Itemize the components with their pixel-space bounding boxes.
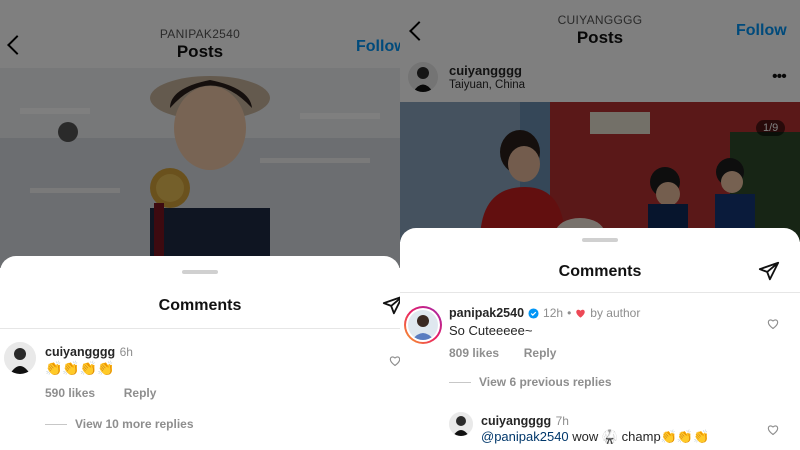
share-send-icon[interactable] <box>382 294 400 316</box>
event-photo-image <box>400 102 800 242</box>
comment-text: 👏👏👏👏 <box>45 360 115 376</box>
comment-header: cuiyangggg 6h <box>45 343 133 361</box>
view-previous-replies[interactable]: View 6 previous replies <box>449 375 612 389</box>
reply-text: wow 🥋 champ👏👏👏 <box>568 429 710 444</box>
sheet-divider <box>0 328 400 329</box>
comment-actions: 809 likes Reply <box>449 346 556 360</box>
comment-actions: 590 likes Reply <box>45 386 156 400</box>
author-liked-heart-icon <box>576 309 586 318</box>
view-replies-label: View 10 more replies <box>75 417 194 431</box>
comment-time: 12h <box>543 306 564 320</box>
post-photo <box>0 68 400 268</box>
like-heart-icon[interactable] <box>767 424 779 436</box>
post-avatar[interactable] <box>408 62 438 92</box>
post-username[interactable]: cuiyangggg <box>449 63 522 78</box>
view-more-replies[interactable]: View 10 more replies <box>45 417 194 431</box>
medal-photo-image <box>0 68 400 268</box>
reply-header: cuiyangggg 7h <box>481 412 569 430</box>
avatar-image <box>4 342 36 374</box>
reply-text-row: @panipak2540 wow 🥋 champ👏👏👏 <box>481 429 709 445</box>
header-username: PANIPAK2540 <box>159 27 241 41</box>
share-send-icon[interactable] <box>758 260 780 282</box>
avatar-image <box>449 412 473 436</box>
left-screen: PANIPAK2540 Posts Follow Comments <box>0 0 400 450</box>
story-ring[interactable] <box>404 306 442 344</box>
dot-separator: • <box>567 306 572 320</box>
like-heart-icon[interactable] <box>767 318 779 330</box>
reply-time: 7h <box>555 414 569 428</box>
sheet-title: Comments <box>158 297 242 314</box>
comment-likes[interactable]: 809 likes <box>449 346 499 360</box>
replies-line <box>449 381 471 383</box>
top-bar: PANIPAK2540 Posts Follow <box>0 0 400 68</box>
avatar <box>406 308 440 342</box>
post-location[interactable]: Taiyuan, China <box>449 79 525 91</box>
reply-button[interactable]: Reply <box>124 386 157 400</box>
sheet-divider <box>400 292 800 293</box>
comment-username[interactable]: cuiyangggg <box>45 345 115 359</box>
avatar-image <box>408 62 438 92</box>
right-screen: CUIYANGGGG Posts Follow cuiyangggg Taiyu… <box>400 0 800 450</box>
sheet-drag-handle[interactable] <box>182 270 218 274</box>
replies-line <box>45 423 67 425</box>
comment-likes[interactable]: 590 likes <box>45 386 95 400</box>
page-title: Posts <box>176 42 224 61</box>
sheet-title: Comments <box>558 263 642 280</box>
avatar-image <box>408 310 438 340</box>
reply-mention[interactable]: @panipak2540 <box>481 429 569 444</box>
top-bar: CUIYANGGGG Posts Follow <box>400 0 800 56</box>
comment-username[interactable]: panipak2540 <box>449 306 524 320</box>
more-horizontal-icon[interactable]: ••• <box>772 68 787 86</box>
by-author-label: by author <box>590 306 641 320</box>
avatar[interactable] <box>4 342 36 374</box>
follow-button[interactable]: Follow <box>356 38 400 56</box>
like-heart-icon[interactable] <box>389 355 400 367</box>
comment-time: 6h <box>119 345 133 359</box>
post-photo: 1/9 <box>400 102 800 242</box>
verified-badge-icon <box>528 307 539 319</box>
follow-button[interactable]: Follow <box>736 22 787 40</box>
photo-counter: 1/9 <box>756 120 786 136</box>
reply-username[interactable]: cuiyangggg <box>481 414 551 428</box>
comment-text: So Cuteeeee~ <box>449 323 533 338</box>
comment-header: panipak2540 12h • by author <box>449 306 640 320</box>
reply-button[interactable]: Reply <box>524 346 557 360</box>
post-header: cuiyangggg Taiyuan, China ••• <box>400 56 800 102</box>
view-replies-label: View 6 previous replies <box>479 375 612 389</box>
comments-sheet: Comments panipak2540 12h • by author So … <box>400 228 800 450</box>
reply-avatar[interactable] <box>449 412 473 436</box>
sheet-drag-handle[interactable] <box>582 238 618 242</box>
comments-sheet: Comments cuiyangggg 6h 👏👏👏👏 590 likes Re… <box>0 256 400 450</box>
